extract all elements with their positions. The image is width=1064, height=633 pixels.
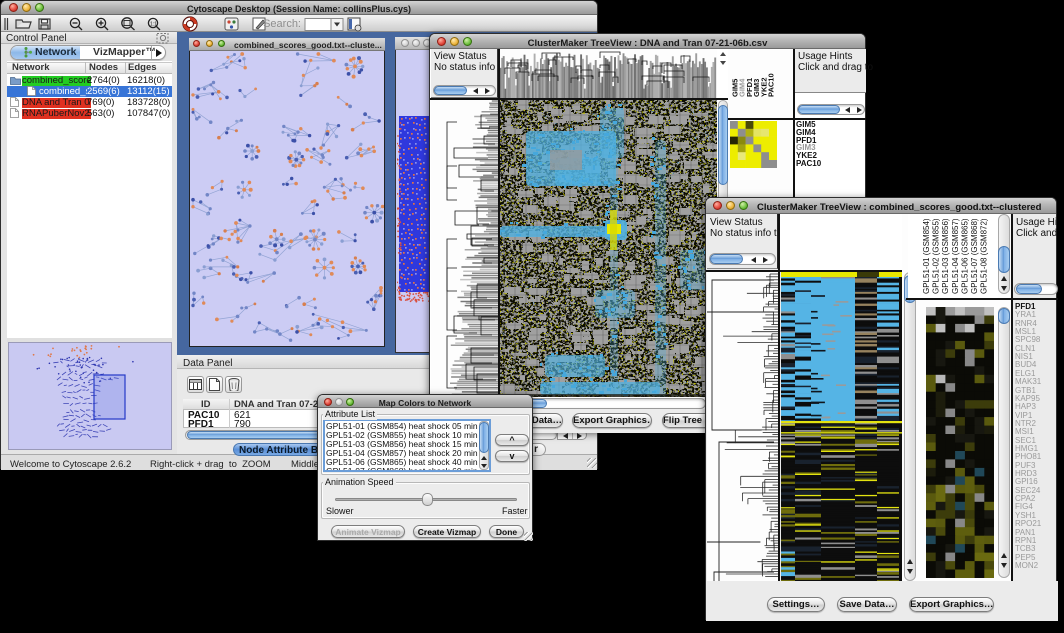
svg-text:GPL51-07 (GSM868): GPL51-07 (GSM868) bbox=[970, 218, 979, 294]
svg-text:1:1: 1:1 bbox=[150, 22, 157, 28]
svg-text:GPL51-03 (GSM856): GPL51-03 (GSM856) bbox=[941, 218, 950, 294]
svg-text:GPL51-08 (GSM872): GPL51-08 (GSM872) bbox=[980, 218, 989, 294]
svg-text:Search:: Search: bbox=[263, 18, 301, 30]
svg-text:GPL51-02 (GSM855): GPL51-02 (GSM855) bbox=[932, 218, 941, 294]
svg-text:GPL51-01 (GSM854): GPL51-01 (GSM854) bbox=[922, 218, 931, 294]
svg-text:GPL51-06 (GSM865): GPL51-06 (GSM865) bbox=[960, 218, 969, 294]
svg-text:PAC10: PAC10 bbox=[767, 73, 776, 97]
svg-text:GPL51-04 (GSM857): GPL51-04 (GSM857) bbox=[951, 218, 960, 294]
